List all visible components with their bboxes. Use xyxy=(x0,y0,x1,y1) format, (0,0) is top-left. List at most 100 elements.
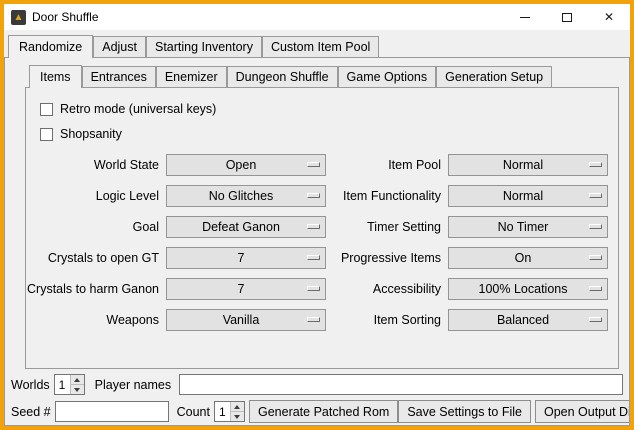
items-pane: Retro mode (universal keys) Shopsanity W… xyxy=(25,87,619,369)
dropdown-indicator-icon xyxy=(589,162,602,167)
spin-up-icon[interactable] xyxy=(230,402,244,411)
caption-buttons: ✕ xyxy=(504,4,630,30)
item-functionality-dropdown[interactable]: Normal xyxy=(448,185,608,207)
tab-enemizer[interactable]: Enemizer xyxy=(156,66,227,87)
item-pool-dropdown[interactable]: Normal xyxy=(448,154,608,176)
generate-patched-rom-button[interactable]: Generate Patched Rom xyxy=(249,400,398,423)
logic-level-dropdown[interactable]: No Glitches xyxy=(166,185,326,207)
save-settings-button[interactable]: Save Settings to File xyxy=(398,400,531,423)
window-frame: ▲ Door Shuffle ✕ Randomize Adjust Starti… xyxy=(0,0,634,430)
accessibility-label: Accessibility xyxy=(330,278,444,300)
count-value: 1 xyxy=(215,402,230,421)
title-bar[interactable]: ▲ Door Shuffle ✕ xyxy=(4,4,630,30)
item-sorting-dropdown[interactable]: Balanced xyxy=(448,309,608,331)
randomize-pane: Items Entrances Enemizer Dungeon Shuffle… xyxy=(4,57,630,426)
item-functionality-value: Normal xyxy=(503,189,543,203)
dropdown-indicator-icon xyxy=(307,317,320,322)
weapons-value: Vanilla xyxy=(223,313,260,327)
weapons-label: Weapons xyxy=(36,309,162,331)
dropdown-indicator-icon xyxy=(589,224,602,229)
timer-setting-value: No Timer xyxy=(498,220,549,234)
item-pool-label: Item Pool xyxy=(330,154,444,176)
spin-down-icon[interactable] xyxy=(70,384,84,394)
dropdown-indicator-icon xyxy=(589,193,602,198)
maximize-icon xyxy=(562,13,572,22)
tab-starting-inventory[interactable]: Starting Inventory xyxy=(146,36,262,57)
seed-row: Seed # Count 1 Generate Patched Rom Save… xyxy=(11,400,623,423)
tab-generation-setup[interactable]: Generation Setup xyxy=(436,66,552,87)
goal-dropdown[interactable]: Defeat Ganon xyxy=(166,216,326,238)
logic-level-value: No Glitches xyxy=(209,189,274,203)
progressive-items-dropdown[interactable]: On xyxy=(448,247,608,269)
crystals-gt-label: Crystals to open GT xyxy=(36,247,162,269)
crystals-ganon-dropdown[interactable]: 7 xyxy=(166,278,326,300)
dropdown-indicator-icon xyxy=(307,255,320,260)
close-icon: ✕ xyxy=(604,10,614,24)
seed-input[interactable] xyxy=(55,401,169,422)
retro-mode-label: Retro mode (universal keys) xyxy=(60,102,216,116)
dropdown-indicator-icon xyxy=(307,193,320,198)
minimize-button[interactable] xyxy=(504,4,546,30)
tab-adjust[interactable]: Adjust xyxy=(93,36,146,57)
tab-entrances[interactable]: Entrances xyxy=(82,66,156,87)
timer-setting-dropdown[interactable]: No Timer xyxy=(448,216,608,238)
progressive-items-label: Progressive Items xyxy=(330,247,444,269)
dropdown-indicator-icon xyxy=(589,255,602,260)
tab-custom-item-pool[interactable]: Custom Item Pool xyxy=(262,36,379,57)
app-window: ▲ Door Shuffle ✕ Randomize Adjust Starti… xyxy=(4,4,630,426)
crystals-ganon-value: 7 xyxy=(238,282,245,296)
world-state-label: World State xyxy=(36,154,162,176)
count-label: Count xyxy=(177,405,210,419)
settings-grid: World State Open Item Pool Normal Logic … xyxy=(36,154,608,331)
shopsanity-checkbox[interactable] xyxy=(40,128,53,141)
retro-mode-row[interactable]: Retro mode (universal keys) xyxy=(40,97,608,121)
shopsanity-label: Shopsanity xyxy=(60,127,122,141)
item-sorting-value: Balanced xyxy=(497,313,549,327)
maximize-button[interactable] xyxy=(546,4,588,30)
item-sorting-label: Item Sorting xyxy=(330,309,444,331)
worlds-row: Worlds 1 Player names xyxy=(11,373,623,396)
dropdown-indicator-icon xyxy=(307,286,320,291)
player-names-input[interactable] xyxy=(179,374,623,395)
outer-tab-bar: Randomize Adjust Starting Inventory Cust… xyxy=(4,30,630,57)
weapons-dropdown[interactable]: Vanilla xyxy=(166,309,326,331)
world-state-value: Open xyxy=(226,158,257,172)
progressive-items-value: On xyxy=(515,251,532,265)
accessibility-dropdown[interactable]: 100% Locations xyxy=(448,278,608,300)
seed-label: Seed # xyxy=(11,405,51,419)
dropdown-indicator-icon xyxy=(307,224,320,229)
world-state-dropdown[interactable]: Open xyxy=(166,154,326,176)
count-spinner-buttons xyxy=(230,402,244,421)
dropdown-indicator-icon xyxy=(589,317,602,322)
window-title: Door Shuffle xyxy=(32,10,99,24)
tab-items[interactable]: Items xyxy=(29,65,82,88)
tab-dungeon-shuffle[interactable]: Dungeon Shuffle xyxy=(227,66,338,87)
app-icon: ▲ xyxy=(11,10,26,25)
spin-up-icon[interactable] xyxy=(70,375,84,384)
crystals-gt-value: 7 xyxy=(238,251,245,265)
retro-mode-checkbox[interactable] xyxy=(40,103,53,116)
item-pool-value: Normal xyxy=(503,158,543,172)
minimize-icon xyxy=(520,17,530,18)
goal-value: Defeat Ganon xyxy=(202,220,280,234)
accessibility-value: 100% Locations xyxy=(479,282,568,296)
player-names-label: Player names xyxy=(95,378,171,392)
tab-game-options[interactable]: Game Options xyxy=(338,66,437,87)
spin-down-icon[interactable] xyxy=(230,411,244,421)
close-button[interactable]: ✕ xyxy=(588,4,630,30)
logic-level-label: Logic Level xyxy=(36,185,162,207)
crystals-gt-dropdown[interactable]: 7 xyxy=(166,247,326,269)
dropdown-indicator-icon xyxy=(307,162,320,167)
goal-label: Goal xyxy=(36,216,162,238)
shopsanity-row[interactable]: Shopsanity xyxy=(40,122,608,146)
inner-tab-bar: Items Entrances Enemizer Dungeon Shuffle… xyxy=(5,58,629,87)
tab-randomize[interactable]: Randomize xyxy=(8,35,93,58)
worlds-label: Worlds xyxy=(11,378,50,392)
dropdown-indicator-icon xyxy=(589,286,602,291)
count-spinner[interactable]: 1 xyxy=(214,401,245,422)
worlds-spinner[interactable]: 1 xyxy=(54,374,85,395)
timer-setting-label: Timer Setting xyxy=(330,216,444,238)
item-functionality-label: Item Functionality xyxy=(330,185,444,207)
open-output-directory-button[interactable]: Open Output Directory xyxy=(535,400,630,423)
bottom-bar: Worlds 1 Player names Seed # Count xyxy=(5,369,629,426)
